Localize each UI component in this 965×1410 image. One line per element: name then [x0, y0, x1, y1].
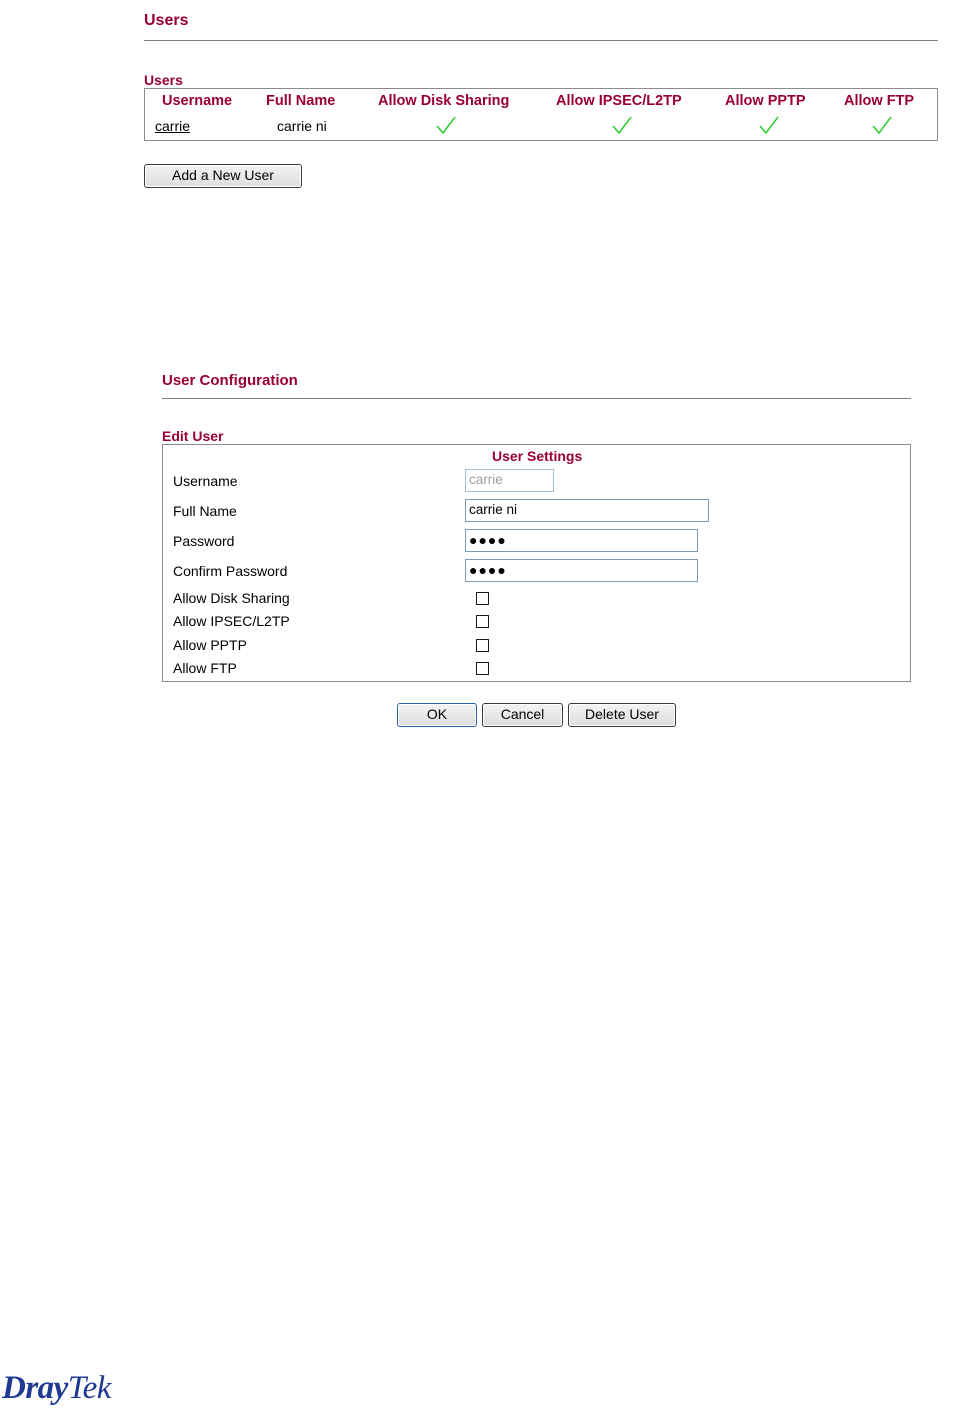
ok-button[interactable]: OK — [397, 703, 477, 727]
users-page-title: Users — [144, 12, 189, 29]
check-icon — [612, 116, 632, 135]
user-link-carrie[interactable]: carrie — [155, 118, 190, 134]
user-configuration-title: User Configuration — [162, 372, 298, 389]
check-icon — [872, 116, 892, 135]
allow-pptp-checkbox[interactable] — [476, 639, 489, 652]
full-name-label: Full Name — [173, 503, 237, 519]
column-header-ipsec: Allow IPSEC/L2TP — [556, 93, 682, 109]
check-icon — [436, 116, 456, 135]
username-label: Username — [173, 473, 238, 489]
column-header-pptp: Allow PPTP — [725, 93, 806, 109]
allow-disk-sharing-label: Allow Disk Sharing — [173, 590, 290, 606]
users-table: Username Full Name Allow Disk Sharing Al… — [144, 88, 938, 141]
edit-user-caption: Edit User — [162, 428, 224, 444]
delete-user-button[interactable]: Delete User — [568, 703, 676, 727]
users-title-divider — [144, 40, 938, 41]
allow-disk-sharing-checkbox[interactable] — [476, 592, 489, 605]
full-name-field[interactable]: carrie ni — [465, 499, 709, 522]
allow-ipsec-label: Allow IPSEC/L2TP — [173, 613, 290, 629]
logo-text-dray: Dray — [2, 1370, 68, 1406]
confirm-password-field[interactable]: ●●●● — [465, 559, 698, 582]
config-title-divider — [162, 398, 911, 399]
users-table-caption: Users — [144, 72, 183, 88]
allow-ipsec-checkbox[interactable] — [476, 615, 489, 628]
allow-ftp-label: Allow FTP — [173, 660, 237, 676]
check-icon — [759, 116, 779, 135]
draytek-logo: DrayTek — [2, 1370, 111, 1407]
user-settings-header: User Settings — [492, 448, 583, 464]
add-new-user-button[interactable]: Add a New User — [144, 164, 302, 188]
column-header-username: Username — [162, 93, 233, 109]
confirm-password-label: Confirm Password — [173, 563, 288, 579]
user-settings-panel: User Settings Username carrie Full Name … — [162, 444, 911, 682]
password-label: Password — [173, 533, 235, 549]
cancel-button[interactable]: Cancel — [482, 703, 563, 727]
username-field: carrie — [465, 469, 554, 492]
allow-pptp-label: Allow PPTP — [173, 637, 247, 653]
column-header-disk-sharing: Allow Disk Sharing — [378, 93, 510, 109]
column-header-full-name: Full Name — [266, 93, 336, 109]
column-header-ftp: Allow FTP — [844, 93, 915, 109]
logo-text-tek: Tek — [67, 1370, 112, 1406]
user-full-name: carrie ni — [277, 118, 327, 134]
allow-ftp-checkbox[interactable] — [476, 662, 489, 675]
password-field[interactable]: ●●●● — [465, 529, 698, 552]
